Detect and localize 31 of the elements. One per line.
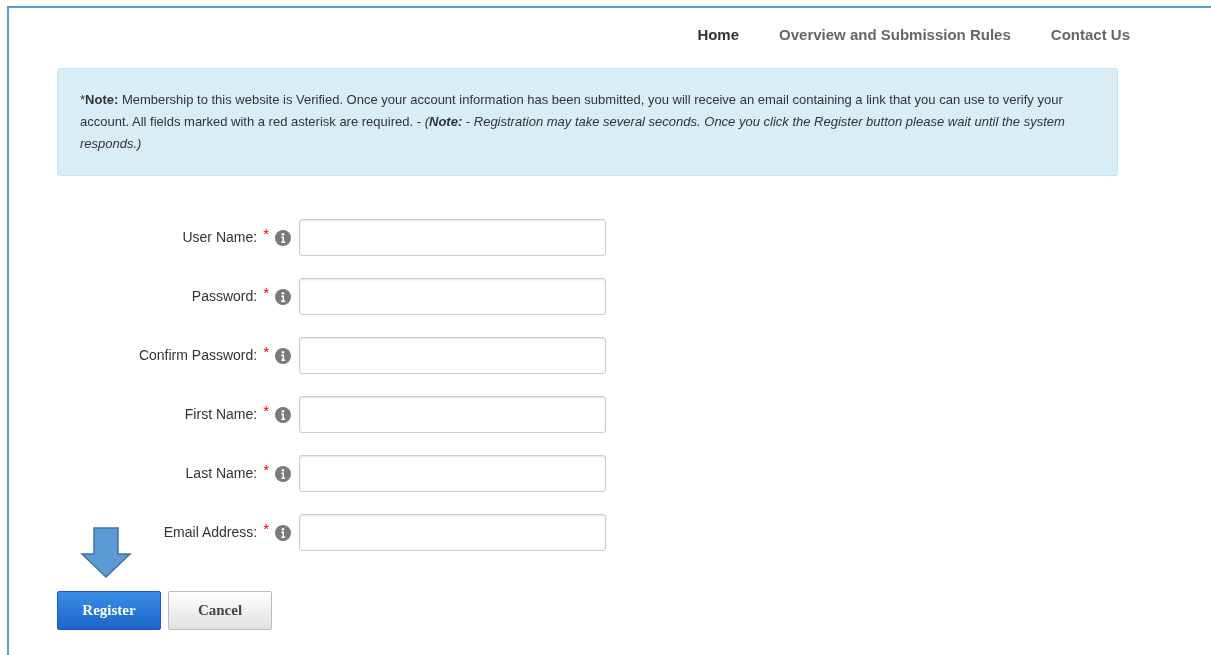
info-icon[interactable] xyxy=(275,229,291,246)
registration-note: *Note: Membership to this website is Verified. Once your account information has been submitted, you will receive an email containing a link that you can use to verify your account. All fields marked with a red asterisk are required. - (Note: - Registration may take several seconds. Once you click the Register button please wait until the system responds.) xyxy=(80,91,1066,153)
field-label: Confirm Password: xyxy=(138,346,258,365)
text-input[interactable] xyxy=(299,219,606,256)
info-icon[interactable] xyxy=(275,347,291,364)
cancel-button[interactable]: Cancel xyxy=(168,591,272,630)
required-asterisk: * xyxy=(263,460,269,480)
down-arrow-icon xyxy=(80,527,132,579)
field-label: Email Address: xyxy=(163,523,258,542)
field-label: User Name: xyxy=(182,228,258,247)
nav-link[interactable]: Overview and Submission Rules xyxy=(779,24,1011,58)
info-icon[interactable] xyxy=(275,288,291,305)
required-asterisk: * xyxy=(263,342,269,362)
text-input[interactable] xyxy=(299,514,606,551)
required-asterisk: * xyxy=(263,283,269,303)
info-icon[interactable] xyxy=(275,465,291,482)
required-asterisk: * xyxy=(263,401,269,421)
nav-link[interactable]: Contact Us xyxy=(1050,24,1130,58)
field-label: First Name: xyxy=(184,405,258,424)
field-label: Last Name: xyxy=(185,464,258,483)
text-input[interactable] xyxy=(299,337,606,374)
info-icon[interactable] xyxy=(275,524,291,541)
register-button[interactable]: Register xyxy=(57,591,161,630)
field-label: Password: xyxy=(191,287,258,306)
required-asterisk: * xyxy=(263,519,269,539)
info-icon[interactable] xyxy=(275,406,291,423)
text-input[interactable] xyxy=(299,396,606,433)
nav-link[interactable]: Home xyxy=(697,24,740,58)
required-asterisk: * xyxy=(263,224,269,244)
text-input[interactable] xyxy=(299,455,606,492)
text-input[interactable] xyxy=(299,278,606,315)
